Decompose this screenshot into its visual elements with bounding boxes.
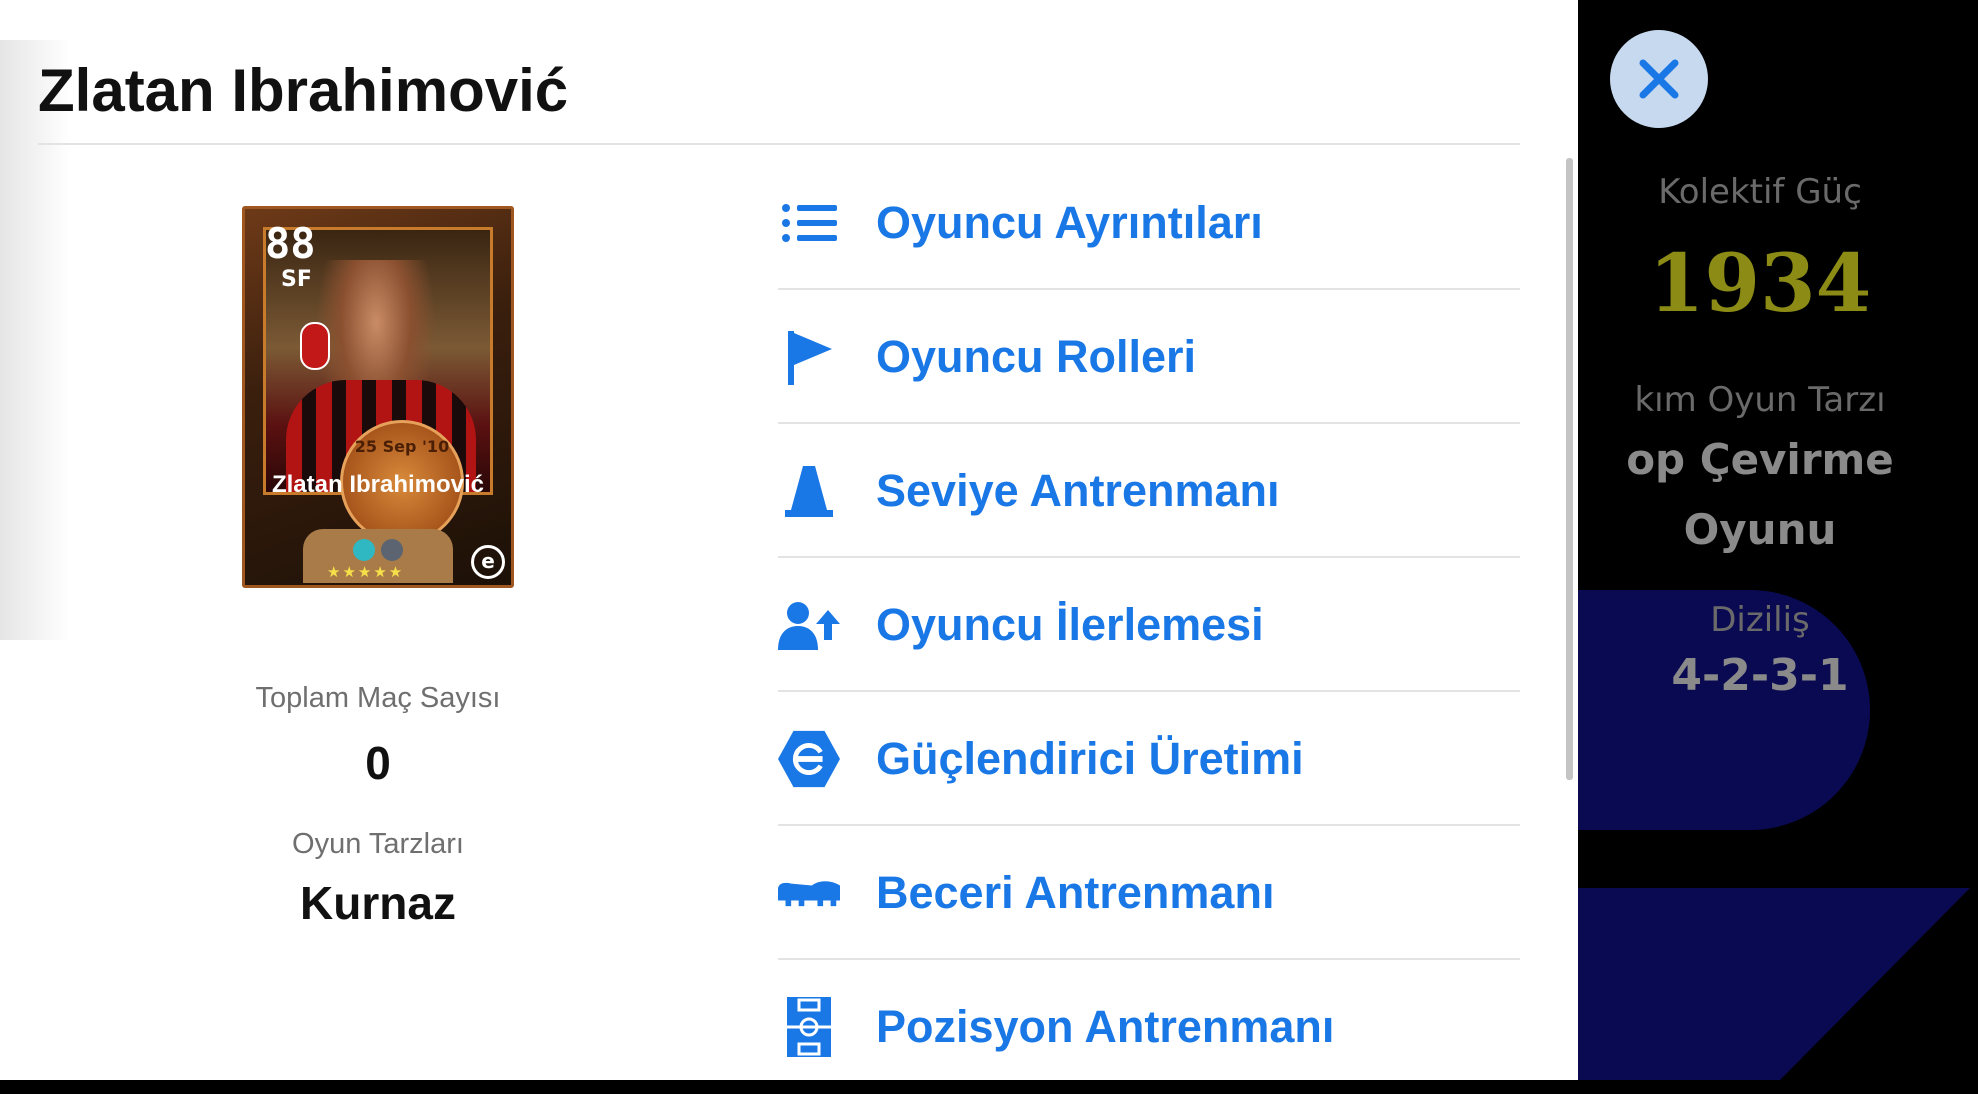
card-date-day: 25 [354, 437, 378, 456]
pitch-icon [778, 997, 840, 1057]
menu-item-player-progress[interactable]: Oyuncu İlerlemesi [778, 558, 1520, 692]
menu-item-booster-production[interactable]: Güçlendirici Üretimi [778, 692, 1520, 826]
formation-value: 4-2-3-1 [1671, 650, 1849, 701]
flag-icon [778, 327, 840, 387]
close-icon [1639, 59, 1679, 99]
booster-chip-icon [353, 539, 375, 561]
player-action-menu: Oyuncu Ayrıntıları Oyuncu Rolleri Seviye… [778, 156, 1520, 1094]
playstyles-label: Oyun Tarzları [292, 828, 464, 860]
decorative-shape [1560, 888, 1970, 1080]
player-menu-sheet: Zlatan Ibrahimović 25 Sep '10 88 SF Zlat… [0, 0, 1578, 1080]
card-player-name: Zlatan Ibrahimović [271, 471, 485, 498]
card-footer: ★★★★★ [303, 529, 453, 583]
card-date-month: Sep [382, 437, 417, 456]
card-rating: 88 [265, 219, 316, 268]
team-playstyle-value-line2: Oyunu [1683, 505, 1837, 554]
card-stars: ★★★★★ [327, 563, 405, 581]
menu-item-player-details[interactable]: Oyuncu Ayrıntıları [778, 156, 1520, 290]
club-badge-icon [300, 322, 330, 370]
menu-item-skill-training[interactable]: Beceri Antrenmanı [778, 826, 1520, 960]
menu-item-player-roles[interactable]: Oyuncu Rolleri [778, 290, 1520, 424]
team-power-label: Kolektif Güç [1658, 172, 1862, 212]
formation-label: Diziliş [1710, 600, 1810, 640]
menu-item-label: Oyuncu Rolleri [876, 331, 1197, 382]
team-info-panel: Kolektif Güç 1934 kım Oyun Tarzı op Çevi… [1560, 0, 1978, 1080]
menu-item-label: Seviye Antrenmanı [876, 465, 1280, 516]
football-boot-icon [778, 863, 840, 923]
player-name-title: Zlatan Ibrahimović [38, 57, 569, 124]
scrollbar[interactable] [1566, 158, 1573, 780]
sheet-shadow [0, 40, 70, 640]
efootball-logo-icon [778, 729, 840, 789]
training-cone-icon [778, 461, 840, 521]
card-date-year: '10 [422, 437, 450, 456]
total-matches-value: 0 [365, 737, 391, 789]
total-matches-label: Toplam Maç Sayısı [255, 682, 501, 714]
efootball-logo-icon: e [471, 545, 505, 579]
menu-item-label: Oyuncu Ayrıntıları [876, 197, 1263, 248]
menu-item-label: Güçlendirici Üretimi [876, 733, 1304, 784]
menu-item-level-training[interactable]: Seviye Antrenmanı [778, 424, 1520, 558]
playstyles-value: Kurnaz [300, 877, 456, 929]
player-progress-icon [778, 595, 840, 655]
title-divider [38, 143, 1520, 145]
menu-item-position-training[interactable]: Pozisyon Antrenmanı [778, 960, 1520, 1094]
player-card[interactable]: 25 Sep '10 88 SF Zlatan Ibrahimović ★★★★… [242, 206, 514, 588]
team-playstyle-label: kım Oyun Tarzı [1634, 380, 1886, 420]
team-power-value: 1934 [1648, 236, 1872, 330]
menu-item-label: Pozisyon Antrenmanı [876, 1001, 1335, 1052]
card-position: SF [281, 267, 312, 292]
menu-item-label: Beceri Antrenmanı [876, 867, 1275, 918]
menu-item-label: Oyuncu İlerlemesi [876, 599, 1264, 650]
list-icon [778, 193, 840, 253]
close-button[interactable] [1610, 30, 1708, 128]
team-playstyle-value-line1: op Çevirme [1626, 435, 1894, 484]
booster-chip-icon [381, 539, 403, 561]
